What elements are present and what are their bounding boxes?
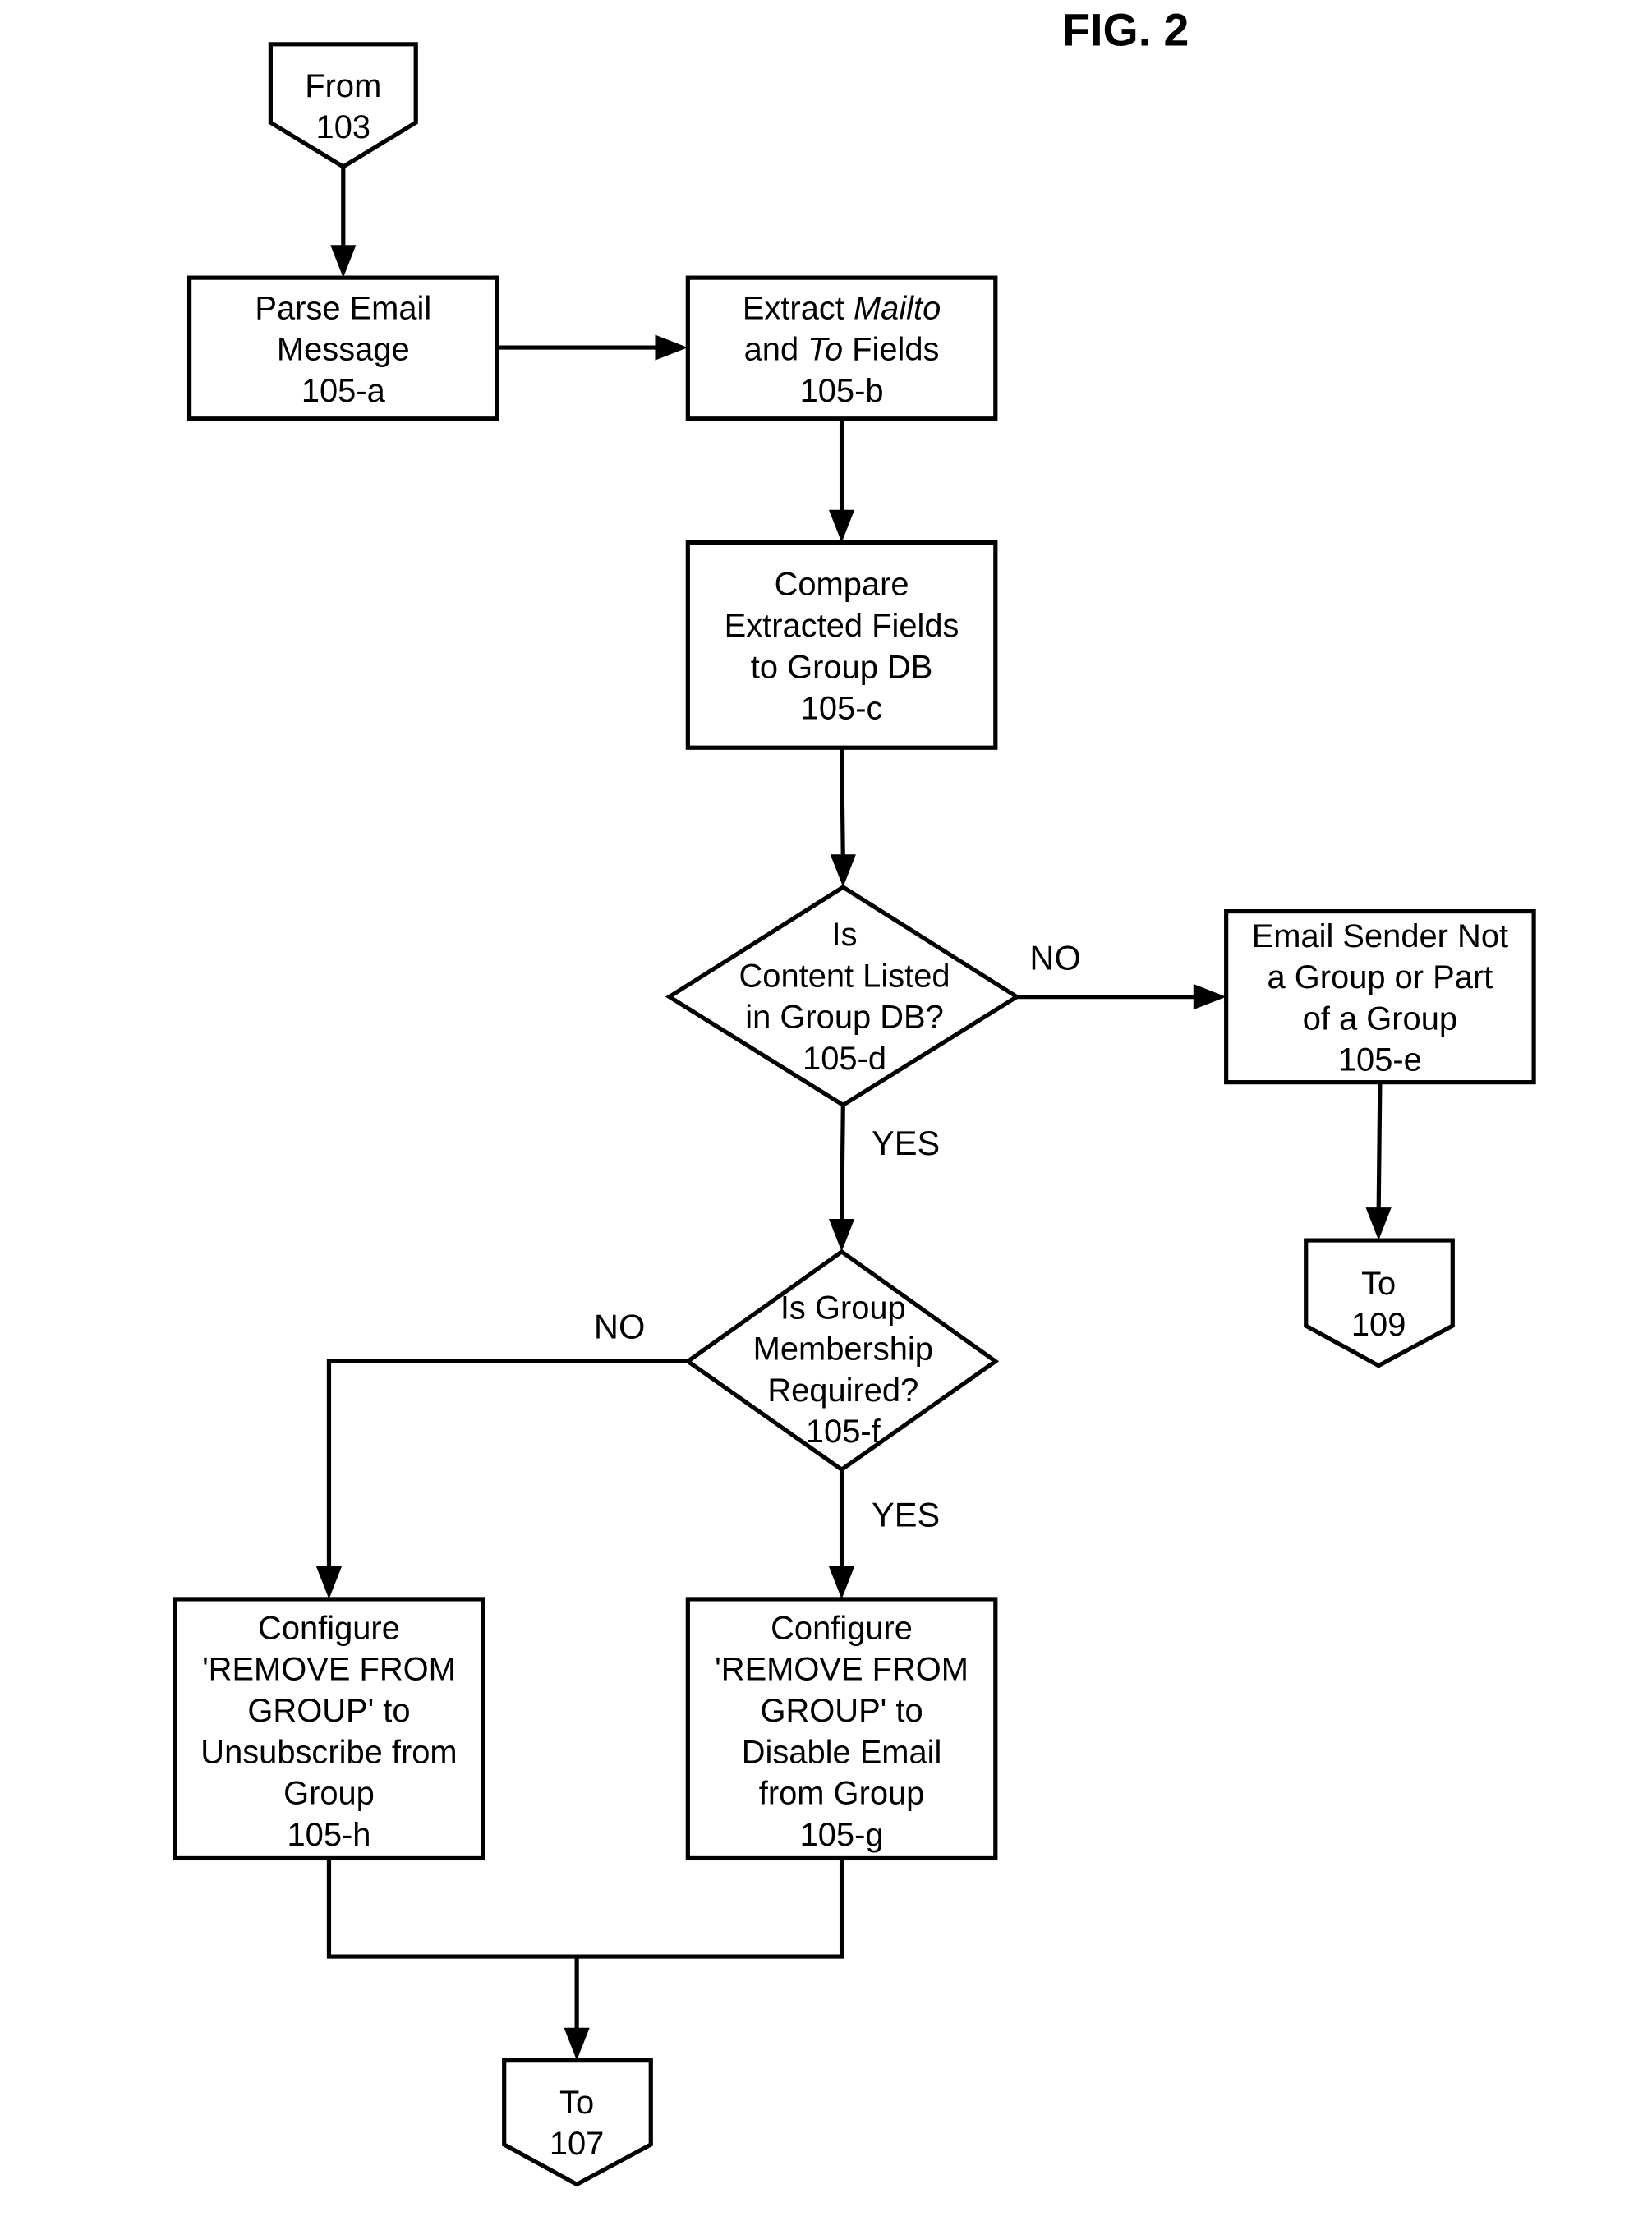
italic-term: To bbox=[808, 332, 843, 368]
connector-from-103: From 103 bbox=[268, 42, 418, 169]
node-label-line: To bbox=[1361, 1266, 1396, 1302]
node-label-line: Message bbox=[277, 332, 410, 368]
node-label-line: GROUP' to bbox=[247, 1693, 410, 1729]
process-extract-fields: Extract Mailto and To Fields 105-b bbox=[685, 275, 998, 421]
node-label-line: 103 bbox=[316, 109, 371, 145]
edge-label-yes: YES bbox=[872, 1496, 940, 1534]
node-label-line: Parse Email bbox=[255, 290, 431, 326]
process-disable-email-from-group: Configure 'REMOVE FROM GROUP' to Disable Em… bbox=[685, 1597, 998, 1861]
node-label-line: in Group DB? bbox=[745, 1000, 944, 1036]
node-label-line: 105-e bbox=[1338, 1042, 1422, 1078]
node-label-line: 105-f bbox=[806, 1414, 881, 1450]
node-label-line: 105-h bbox=[287, 1817, 370, 1853]
node-label-line: to Group DB bbox=[751, 649, 933, 685]
node-label-line: GROUP' to bbox=[761, 1693, 923, 1729]
label-fragment: Fields bbox=[843, 332, 939, 368]
node-label-line: Group bbox=[283, 1776, 375, 1812]
edge-decision-f-yes: YES bbox=[828, 1469, 940, 1599]
process-compare-fields: Compare Extracted Fields to Group DB 105-c bbox=[685, 540, 998, 750]
edge-decision-f-no: NO bbox=[315, 1308, 688, 1599]
node-label-line: of a Group bbox=[1303, 1000, 1457, 1037]
node-label-line: Extracted Fields bbox=[725, 608, 959, 644]
node-label-line: Configure bbox=[771, 1610, 913, 1646]
connector-to-107: To 107 bbox=[502, 2058, 653, 2187]
node-label-line: Configure bbox=[258, 1610, 400, 1646]
node-label-line: a Group or Part bbox=[1268, 959, 1493, 995]
edge-parse-to-extract bbox=[497, 334, 688, 361]
node-label-line: from Group bbox=[759, 1776, 925, 1812]
decision-group-membership-required: Is Group Membership Required? 105-f bbox=[683, 1248, 1000, 1473]
node-label-line: and To Fields bbox=[744, 332, 940, 368]
node-label-line: From bbox=[305, 68, 381, 104]
node-label-line: 105-a bbox=[301, 373, 386, 409]
edge-decision-d-no: NO bbox=[1016, 939, 1226, 1010]
node-label-line: To bbox=[559, 2085, 594, 2121]
node-label-line: 105-d bbox=[803, 1041, 886, 1077]
edge-compare-to-decision-d bbox=[830, 747, 856, 888]
figure-title: FIG. 2 bbox=[1062, 5, 1189, 56]
edge-extract-to-compare bbox=[828, 418, 855, 543]
node-label-line: Content Listed bbox=[739, 958, 950, 994]
node-label-line: Membership bbox=[753, 1331, 933, 1368]
node-label-line: 107 bbox=[550, 2126, 605, 2162]
node-label-line: Required? bbox=[767, 1372, 918, 1409]
node-label-line: Unsubscribe from bbox=[200, 1734, 457, 1770]
decision-content-listed: Is Content Listed in Group DB? 105-d bbox=[665, 885, 1021, 1108]
connector-to-109: To 109 bbox=[1304, 1238, 1455, 1368]
node-label-line: 105-b bbox=[800, 373, 884, 409]
edge-decision-d-yes: YES bbox=[828, 1105, 940, 1252]
process-unsubscribe-from-group: Configure 'REMOVE FROM GROUP' to Unsubscrib… bbox=[173, 1597, 485, 1861]
node-label-line: 105-g bbox=[800, 1817, 884, 1853]
label-fragment: 105-b bbox=[800, 373, 884, 409]
node-label-line: Is Group bbox=[780, 1290, 906, 1326]
process-email-sender-not-group: Email Sender Not a Group or Part of a Grou… bbox=[1224, 908, 1536, 1085]
node-label-line: Compare bbox=[775, 567, 909, 603]
node-label-line: Is bbox=[832, 917, 858, 953]
process-parse-email-message: Parse Email Message 105-a bbox=[186, 275, 499, 421]
node-label-line: 109 bbox=[1351, 1307, 1406, 1343]
edge-sender-to-109 bbox=[1365, 1082, 1392, 1241]
edge-from103-to-parse bbox=[330, 166, 357, 278]
node-label-line: Email Sender Not bbox=[1252, 918, 1508, 954]
edge-label-no: NO bbox=[1029, 939, 1080, 977]
node-label-line: 'REMOVE FROM bbox=[202, 1652, 456, 1688]
edge-label-yes: YES bbox=[872, 1124, 940, 1162]
node-label-line: 'REMOVE FROM bbox=[715, 1652, 969, 1688]
flowchart: FIG. 2 From 103 Parse Email Message 105-a E… bbox=[173, 5, 1536, 2187]
edge-merge-to-107 bbox=[326, 1858, 844, 2061]
label-fragment: and bbox=[744, 332, 808, 368]
label-fragment: Extract bbox=[743, 290, 854, 326]
node-label-line: Extract Mailto bbox=[743, 290, 941, 326]
italic-term: Mailto bbox=[854, 290, 941, 326]
edge-label-no: NO bbox=[594, 1308, 645, 1346]
node-label-line: 105-c bbox=[801, 691, 883, 727]
node-label-line: Disable Email bbox=[742, 1734, 942, 1770]
